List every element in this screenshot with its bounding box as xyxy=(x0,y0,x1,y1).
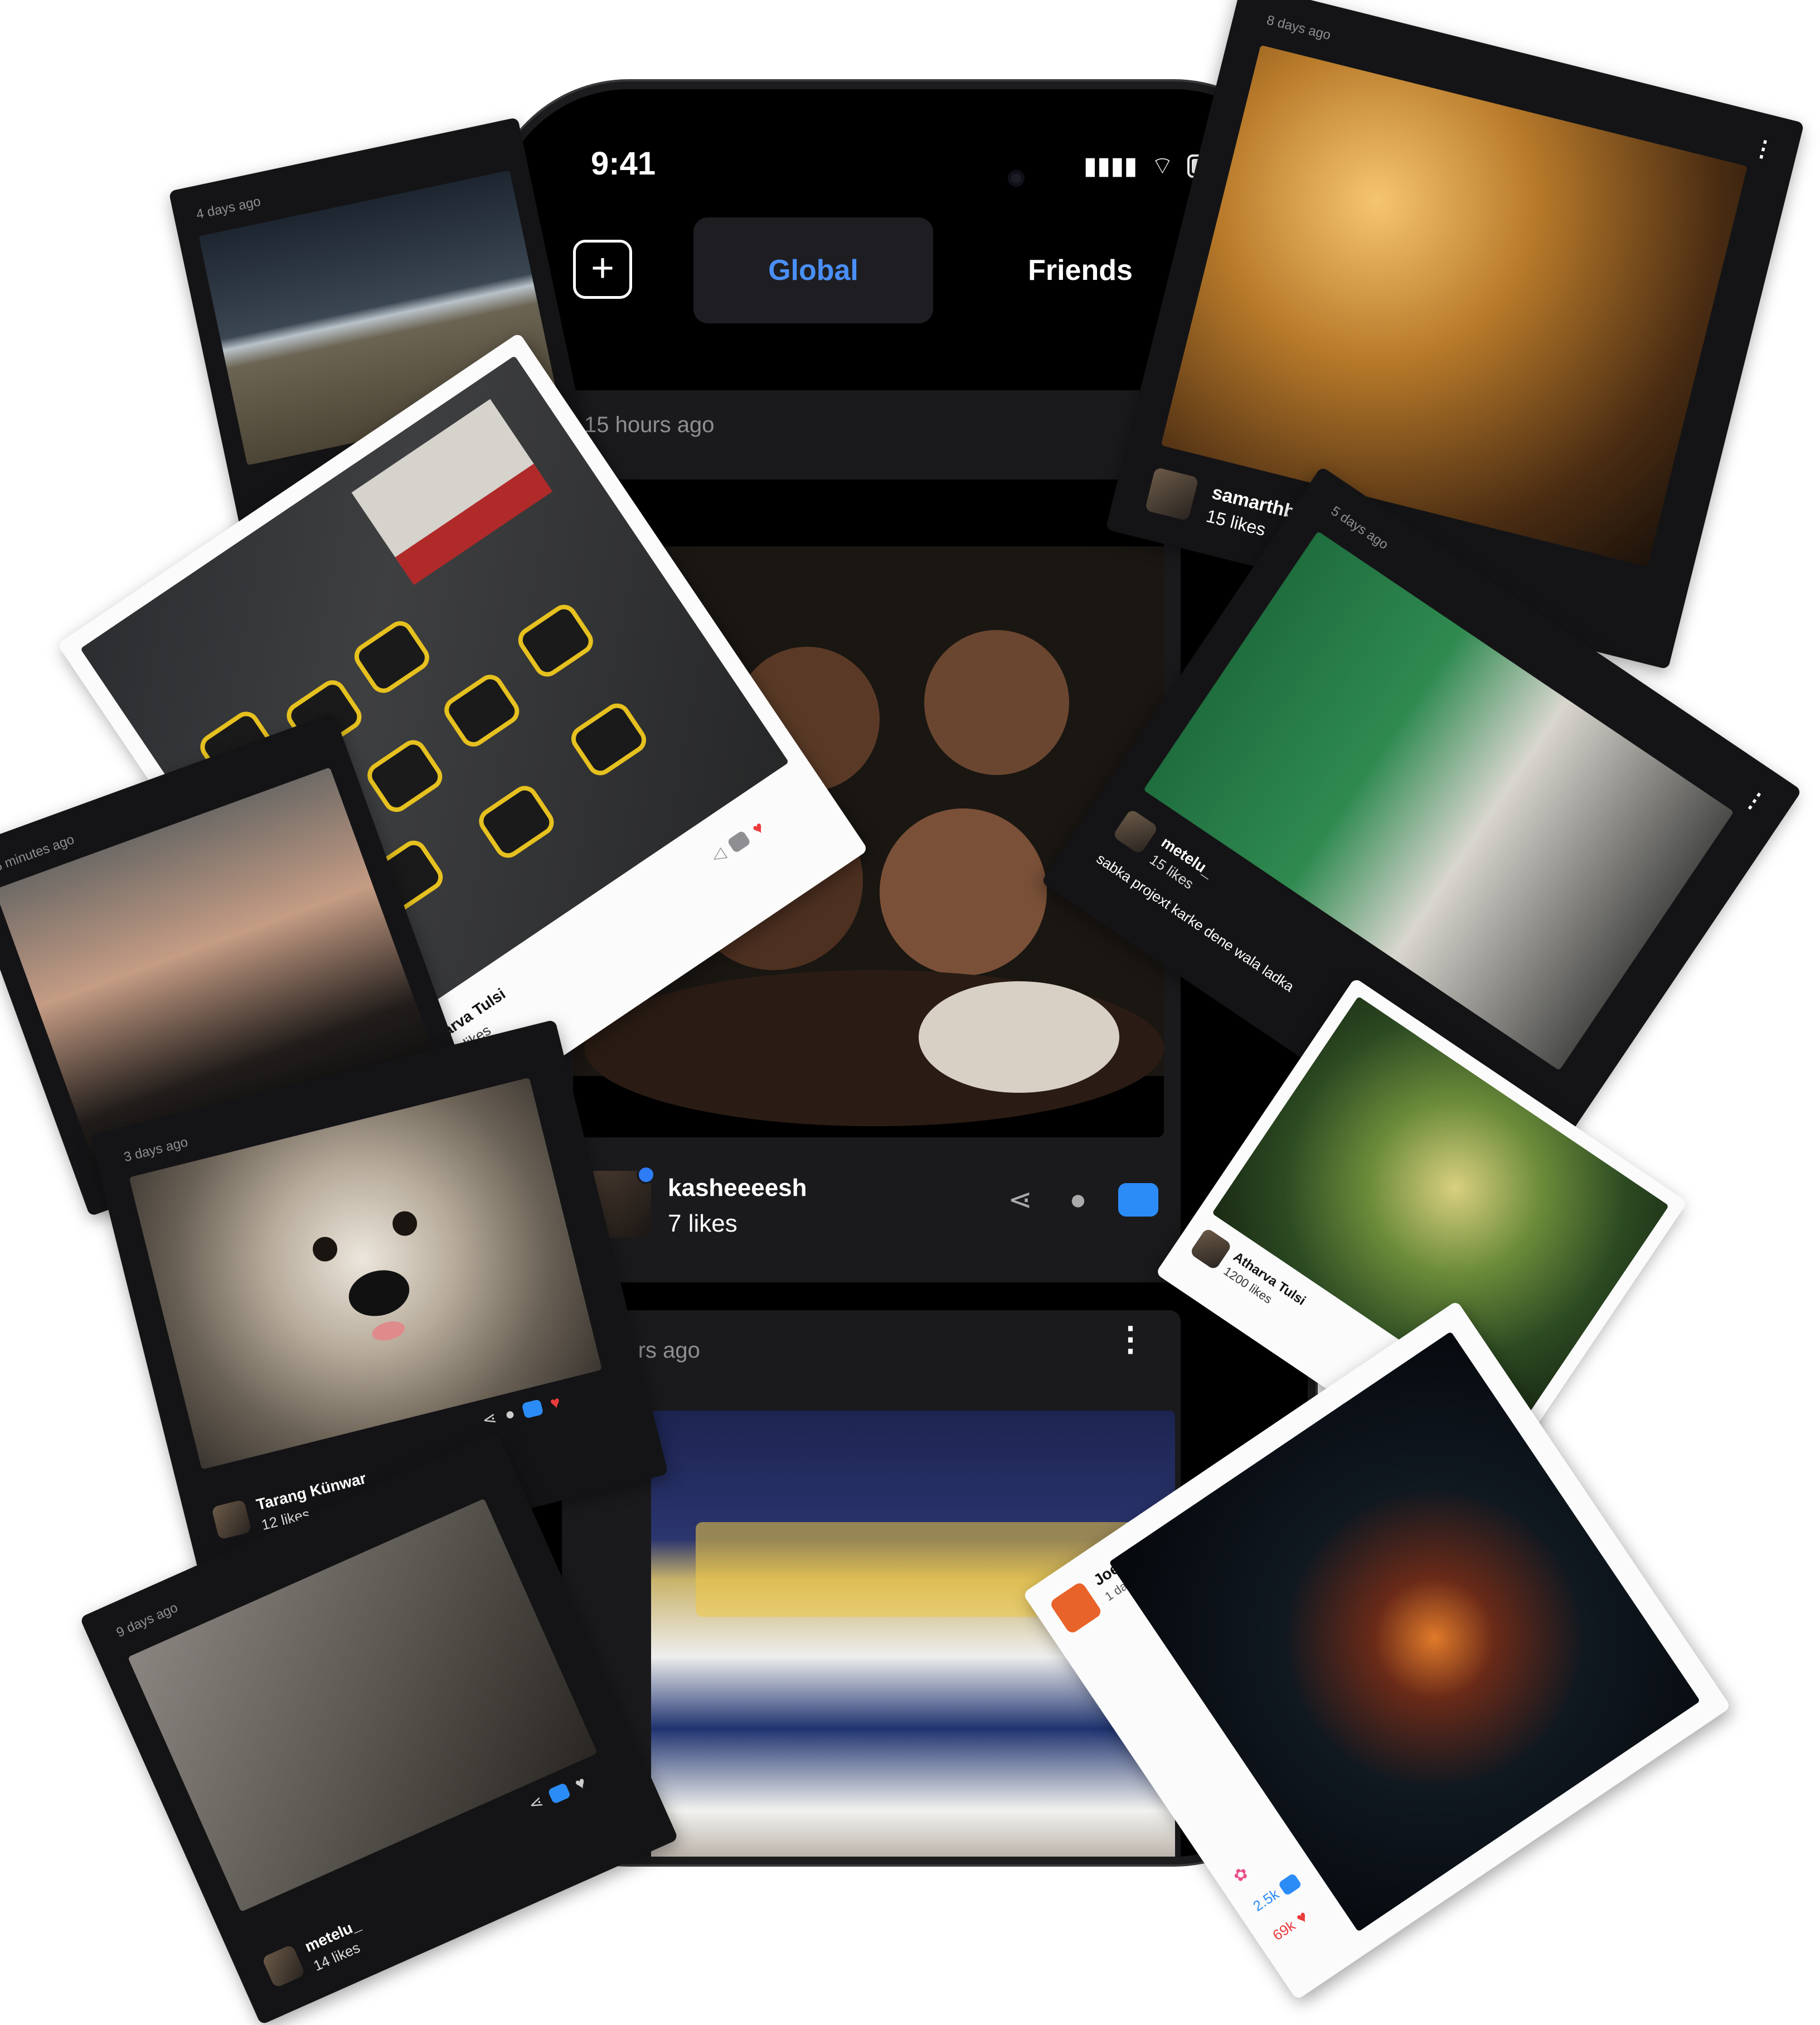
add-post-button[interactable]: + xyxy=(573,240,632,299)
party-icon[interactable]: ✿ xyxy=(1230,1863,1252,1887)
comment-icon[interactable] xyxy=(1278,1872,1302,1896)
comment-icon[interactable] xyxy=(1118,1183,1158,1217)
avatar[interactable] xyxy=(1189,1227,1233,1271)
post-footer: kasheeeesh 7 likes ⋖ ● xyxy=(584,1165,1158,1243)
like-count: 69k xyxy=(1269,1916,1298,1944)
avatar[interactable] xyxy=(1144,467,1199,521)
more-options-icon[interactable]: ⋮ xyxy=(1114,1322,1147,1356)
heart-icon[interactable]: ♥ xyxy=(572,1773,589,1794)
verified-badge-icon xyxy=(637,1165,656,1184)
status-time: 9:41 xyxy=(591,146,656,182)
avatar[interactable] xyxy=(1112,808,1159,855)
post-likes: 7 likes xyxy=(668,1210,737,1237)
wifi-icon: ⌔ xyxy=(1151,152,1174,180)
avatar[interactable] xyxy=(261,1944,306,1989)
more-options-icon[interactable]: ⋮ xyxy=(1738,784,1771,818)
location-pin-icon[interactable]: ● xyxy=(1060,1182,1096,1218)
card-time: 3 days ago xyxy=(122,1134,190,1165)
like-count-group: 69k ♥ xyxy=(1269,1907,1312,1945)
share-icon[interactable]: ◁ xyxy=(707,844,729,867)
tab-global[interactable]: Global xyxy=(693,217,933,323)
signal-icon: ▮▮▮▮ xyxy=(1083,152,1138,180)
comment-count: 2.5k xyxy=(1250,1885,1282,1915)
card-time: 8 days ago xyxy=(1265,12,1333,43)
heart-icon[interactable]: ♥ xyxy=(749,818,768,839)
share-icon[interactable]: ⋖ xyxy=(1002,1182,1038,1218)
comment-icon[interactable] xyxy=(726,830,751,854)
status-bar: 9:41 ▮▮▮▮ ⌔ xyxy=(495,89,1308,187)
share-icon[interactable]: ⋖ xyxy=(481,1408,499,1431)
card-image xyxy=(1161,45,1748,567)
card-actions: ⋖ ● ♥ xyxy=(481,1392,562,1431)
avatar[interactable] xyxy=(1049,1581,1103,1635)
tab-friends[interactable]: Friends xyxy=(974,217,1186,323)
camera-icon xyxy=(1008,170,1025,187)
comment-icon[interactable] xyxy=(547,1782,571,1804)
post-username[interactable]: kasheeeesh xyxy=(668,1174,807,1202)
share-icon[interactable]: ⋖ xyxy=(526,1791,546,1815)
card-time: 4 days ago xyxy=(195,193,263,222)
card-actions: ◁ ♥ xyxy=(707,817,768,867)
avatar[interactable] xyxy=(211,1499,252,1540)
card-time: 9 days ago xyxy=(114,1600,180,1641)
comment-icon[interactable] xyxy=(521,1398,544,1419)
post-time: 15 hours ago xyxy=(584,413,715,437)
comment-count-group: 2.5k xyxy=(1250,1872,1303,1915)
post-actions: ⋖ ● xyxy=(1002,1182,1158,1218)
more-options-icon[interactable]: ⋮ xyxy=(1749,134,1777,164)
heart-icon[interactable]: ♥ xyxy=(548,1393,562,1413)
heart-icon[interactable]: ♥ xyxy=(1293,1907,1312,1929)
location-pin-icon[interactable]: ● xyxy=(503,1404,517,1425)
